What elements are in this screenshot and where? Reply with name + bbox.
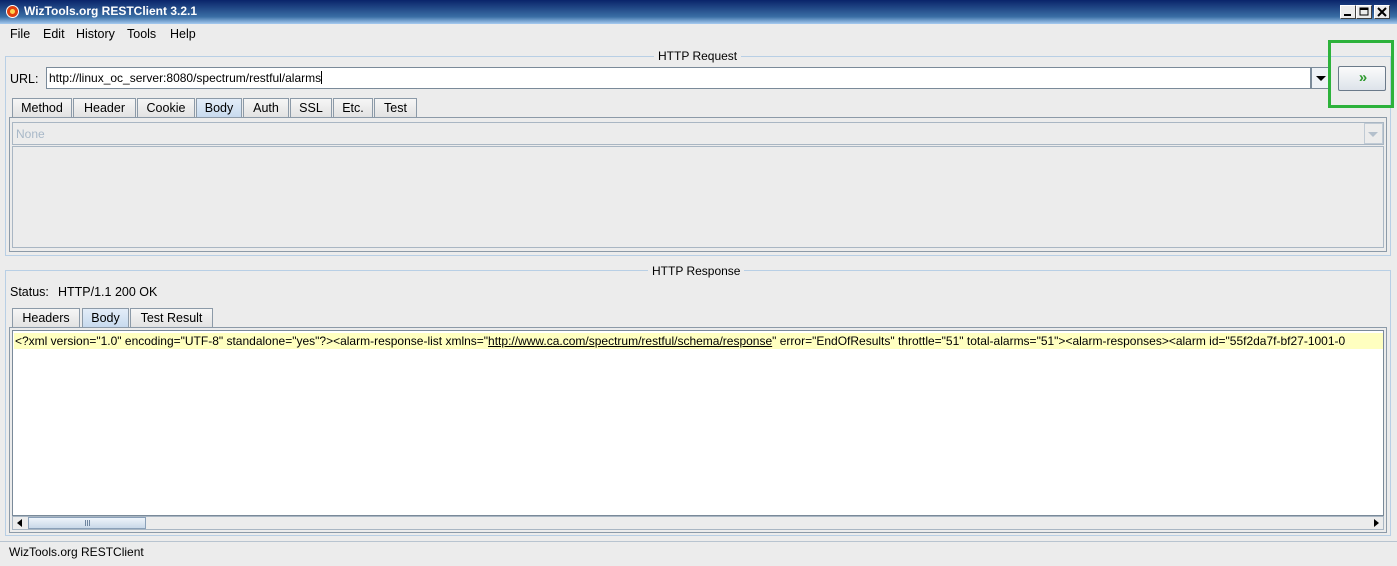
url-input[interactable]: http://linux_oc_server:8080/spectrum/res… bbox=[46, 67, 1311, 89]
response-body-text[interactable]: <?xml version="1.0" encoding="UTF-8" sta… bbox=[12, 330, 1384, 516]
tab-response-body[interactable]: Body bbox=[82, 308, 129, 327]
tab-response-headers[interactable]: Headers bbox=[12, 308, 80, 327]
xml-text-end: " error="EndOfResults" throttle="51" tot… bbox=[772, 334, 1346, 348]
tab-body[interactable]: Body bbox=[196, 98, 242, 117]
tab-response-test-result[interactable]: Test Result bbox=[130, 308, 213, 327]
menu-edit[interactable]: Edit bbox=[43, 27, 65, 41]
tab-test[interactable]: Test bbox=[374, 98, 417, 117]
request-body-editor[interactable] bbox=[12, 146, 1384, 248]
status-bar-text: WizTools.org RESTClient bbox=[9, 545, 144, 559]
xml-text-start: <?xml version="1.0" encoding="UTF-8" sta… bbox=[15, 334, 489, 348]
menu-file[interactable]: File bbox=[10, 27, 30, 41]
status-value: HTTP/1.1 200 OK bbox=[58, 285, 158, 299]
url-label: URL: bbox=[10, 72, 39, 86]
body-content-type-select[interactable]: None bbox=[12, 122, 1384, 145]
menu-help[interactable]: Help bbox=[170, 27, 196, 41]
title-bar[interactable] bbox=[0, 0, 1397, 24]
tab-ssl[interactable]: SSL bbox=[290, 98, 332, 117]
tab-method[interactable]: Method bbox=[12, 98, 72, 117]
maximize-icon[interactable] bbox=[1356, 5, 1372, 19]
url-value: http://linux_oc_server:8080/spectrum/res… bbox=[49, 71, 322, 85]
status-bar bbox=[0, 541, 1397, 566]
scrollbar-thumb[interactable] bbox=[28, 517, 146, 529]
close-icon[interactable] bbox=[1374, 5, 1390, 19]
app-logo-icon[interactable] bbox=[6, 5, 19, 18]
scroll-left-icon[interactable] bbox=[13, 517, 27, 529]
body-content-type-value: None bbox=[16, 127, 45, 141]
text-caret bbox=[321, 71, 323, 84]
menu-bar bbox=[0, 24, 1397, 46]
xml-namespace-link[interactable]: http://www.ca.com/spectrum/restful/schem… bbox=[488, 334, 772, 348]
tab-etc[interactable]: Etc. bbox=[333, 98, 373, 117]
horizontal-scrollbar[interactable] bbox=[12, 516, 1384, 530]
scroll-right-icon[interactable] bbox=[1369, 517, 1383, 529]
http-request-title: HTTP Request bbox=[654, 49, 742, 63]
highlight-box bbox=[1328, 40, 1394, 108]
tab-header[interactable]: Header bbox=[73, 98, 136, 117]
minimize-icon[interactable] bbox=[1340, 5, 1356, 19]
http-response-title: HTTP Response bbox=[648, 264, 745, 278]
tab-auth[interactable]: Auth bbox=[243, 98, 289, 117]
body-content-type-dropdown[interactable] bbox=[1364, 123, 1383, 144]
tab-cookie[interactable]: Cookie bbox=[137, 98, 195, 117]
menu-tools[interactable]: Tools bbox=[127, 27, 156, 41]
window-title: WizTools.org RESTClient 3.2.1 bbox=[24, 4, 198, 18]
response-xml-line: <?xml version="1.0" encoding="UTF-8" sta… bbox=[14, 333, 1383, 349]
status-label: Status: bbox=[10, 285, 49, 299]
menu-history[interactable]: History bbox=[76, 27, 115, 41]
